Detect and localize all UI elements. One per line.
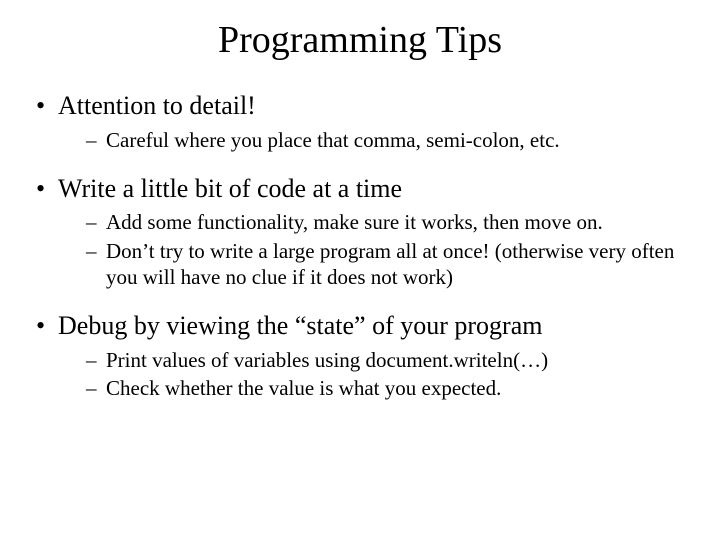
bullet-1-text: Attention to detail! [58,91,256,120]
bullet-3-text: Debug by viewing the “state” of your pro… [58,311,542,340]
bullet-list: Attention to detail! Careful where you p… [30,90,690,401]
bullet-2: Write a little bit of code at a time Add… [30,173,690,290]
bullet-1: Attention to detail! Careful where you p… [30,90,690,153]
slide-title: Programming Tips [30,18,690,62]
bullet-2-sublist: Add some functionality, make sure it wor… [58,209,690,290]
bullet-3-sub-1: Print values of variables using document… [58,347,690,373]
bullet-3: Debug by viewing the “state” of your pro… [30,310,690,401]
bullet-2-sub-1: Add some functionality, make sure it wor… [58,209,690,235]
bullet-3-sub-2: Check whether the value is what you expe… [58,375,690,401]
bullet-1-sublist: Careful where you place that comma, semi… [58,127,690,153]
bullet-2-sub-2: Don’t try to write a large program all a… [58,238,690,291]
bullet-3-sublist: Print values of variables using document… [58,347,690,402]
slide: Programming Tips Attention to detail! Ca… [0,0,720,540]
bullet-1-sub-1: Careful where you place that comma, semi… [58,127,690,153]
bullet-2-text: Write a little bit of code at a time [58,174,402,203]
